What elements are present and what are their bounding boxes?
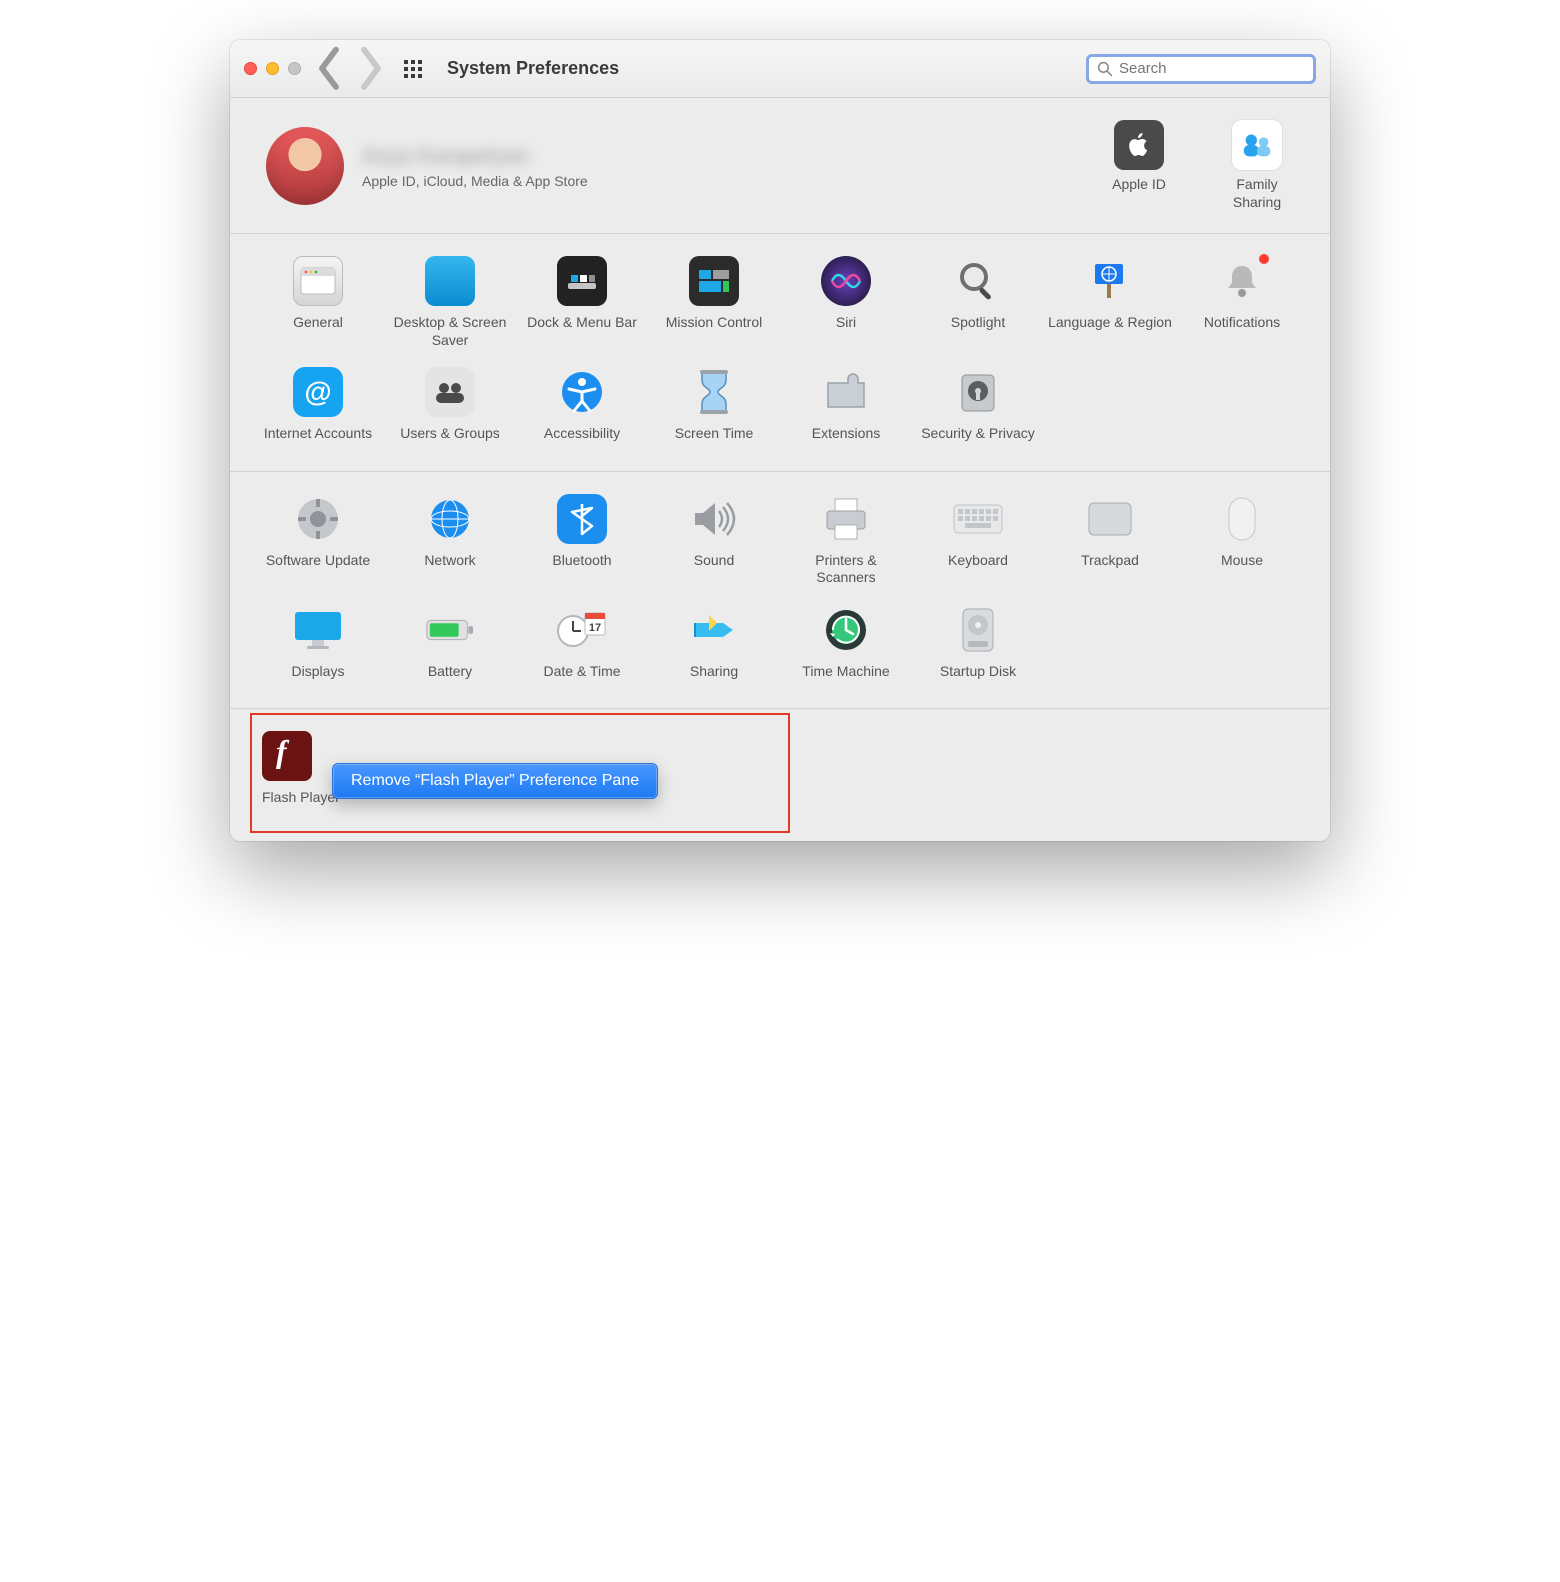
window-title: System Preferences bbox=[447, 58, 619, 79]
notifications-item[interactable]: Notifications bbox=[1180, 252, 1304, 353]
general-item[interactable]: General bbox=[256, 252, 380, 353]
user-name: Asya Karapetyan bbox=[362, 143, 588, 169]
battery-item[interactable]: Battery bbox=[388, 601, 512, 685]
flash-player-label: Flash Player bbox=[262, 789, 340, 807]
back-button[interactable] bbox=[315, 55, 343, 83]
toolbar: System Preferences bbox=[230, 40, 1330, 98]
accessibility-item[interactable]: Accessibility bbox=[520, 363, 644, 447]
notification-badge bbox=[1257, 252, 1271, 266]
language-region-item[interactable]: Language & Region bbox=[1048, 252, 1172, 353]
time-machine-item[interactable]: Time Machine bbox=[784, 601, 908, 685]
internet-accounts-icon: @ bbox=[293, 367, 343, 417]
svg-text:17: 17 bbox=[589, 622, 601, 634]
search-input[interactable] bbox=[1119, 60, 1318, 77]
thirdparty-section: Flash Player Remove “Flash Player” Prefe… bbox=[230, 709, 1330, 841]
siri-item[interactable]: Siri bbox=[784, 252, 908, 353]
internet-accounts-item[interactable]: @ Internet Accounts bbox=[256, 363, 380, 447]
desktop-icon bbox=[425, 256, 475, 306]
minimize-window-button[interactable] bbox=[266, 62, 279, 75]
displays-icon bbox=[293, 605, 343, 655]
sound-item[interactable]: Sound bbox=[652, 490, 776, 591]
dock-item[interactable]: Dock & Menu Bar bbox=[520, 252, 644, 353]
search-field[interactable] bbox=[1086, 54, 1316, 84]
bluetooth-icon bbox=[557, 494, 607, 544]
close-window-button[interactable] bbox=[244, 62, 257, 75]
keyboard-icon bbox=[953, 494, 1003, 544]
profile-row: Asya Karapetyan Apple ID, iCloud, Media … bbox=[230, 98, 1330, 234]
search-icon bbox=[1097, 61, 1113, 77]
security-privacy-icon bbox=[953, 367, 1003, 417]
sharing-item[interactable]: Sharing bbox=[652, 601, 776, 685]
show-all-button[interactable] bbox=[399, 55, 427, 83]
extensions-item[interactable]: Extensions bbox=[784, 363, 908, 447]
language-region-icon bbox=[1085, 256, 1135, 306]
mission-control-item[interactable]: Mission Control bbox=[652, 252, 776, 353]
trackpad-item[interactable]: Trackpad bbox=[1048, 490, 1172, 591]
apple-id-item[interactable]: Apple ID bbox=[1094, 120, 1184, 211]
date-time-icon: 17 bbox=[557, 605, 607, 655]
date-time-item[interactable]: 17 Date & Time bbox=[520, 601, 644, 685]
keyboard-item[interactable]: Keyboard bbox=[916, 490, 1040, 591]
zoom-window-button[interactable] bbox=[288, 62, 301, 75]
notifications-icon bbox=[1217, 256, 1267, 306]
profile-text[interactable]: Asya Karapetyan Apple ID, iCloud, Media … bbox=[362, 143, 588, 189]
apple-id-label: Apple ID bbox=[1112, 176, 1166, 194]
mouse-item[interactable]: Mouse bbox=[1180, 490, 1304, 591]
trackpad-icon bbox=[1085, 494, 1135, 544]
accessibility-icon bbox=[557, 367, 607, 417]
displays-item[interactable]: Displays bbox=[256, 601, 380, 685]
startup-disk-item[interactable]: Startup Disk bbox=[916, 601, 1040, 685]
dock-icon bbox=[557, 256, 607, 306]
bluetooth-item[interactable]: Bluetooth bbox=[520, 490, 644, 591]
software-update-item[interactable]: Software Update bbox=[256, 490, 380, 591]
screen-time-item[interactable]: Screen Time bbox=[652, 363, 776, 447]
users-groups-item[interactable]: Users & Groups bbox=[388, 363, 512, 447]
spotlight-item[interactable]: Spotlight bbox=[916, 252, 1040, 353]
time-machine-icon bbox=[821, 605, 871, 655]
sharing-icon bbox=[689, 605, 739, 655]
network-icon bbox=[425, 494, 475, 544]
printers-scanners-item[interactable]: Printers & Scanners bbox=[784, 490, 908, 591]
family-sharing-label: Family Sharing bbox=[1212, 176, 1302, 211]
security-privacy-item[interactable]: Security & Privacy bbox=[916, 363, 1040, 447]
forward-button[interactable] bbox=[357, 55, 385, 83]
apple-logo-icon bbox=[1114, 120, 1164, 170]
desktop-item[interactable]: Desktop & Screen Saver bbox=[388, 252, 512, 353]
user-subtitle: Apple ID, iCloud, Media & App Store bbox=[362, 173, 588, 189]
system-preferences-window: System Preferences Asya Karapetyan Apple… bbox=[230, 40, 1330, 841]
user-avatar[interactable] bbox=[266, 127, 344, 205]
flash-player-icon bbox=[262, 731, 312, 781]
screen-time-icon bbox=[689, 367, 739, 417]
flash-player-item[interactable]: Flash Player Remove “Flash Player” Prefe… bbox=[262, 727, 392, 811]
window-controls bbox=[244, 62, 301, 75]
mission-control-icon bbox=[689, 256, 739, 306]
extensions-icon bbox=[821, 367, 871, 417]
sound-icon bbox=[689, 494, 739, 544]
software-update-icon bbox=[293, 494, 343, 544]
users-groups-icon bbox=[425, 367, 475, 417]
printers-scanners-icon bbox=[821, 494, 871, 544]
personal-section: General Desktop & Screen Saver Dock & Me… bbox=[230, 234, 1330, 472]
hardware-section: Software Update Network Bluetooth Sound bbox=[230, 472, 1330, 710]
general-icon bbox=[293, 256, 343, 306]
battery-icon bbox=[425, 605, 475, 655]
startup-disk-icon bbox=[953, 605, 1003, 655]
mouse-icon bbox=[1217, 494, 1267, 544]
spotlight-icon bbox=[953, 256, 1003, 306]
network-item[interactable]: Network bbox=[388, 490, 512, 591]
family-sharing-item[interactable]: Family Sharing bbox=[1212, 120, 1302, 211]
remove-pane-menu-item[interactable]: Remove “Flash Player” Preference Pane bbox=[332, 763, 658, 799]
siri-icon bbox=[821, 256, 871, 306]
family-sharing-icon bbox=[1232, 120, 1282, 170]
